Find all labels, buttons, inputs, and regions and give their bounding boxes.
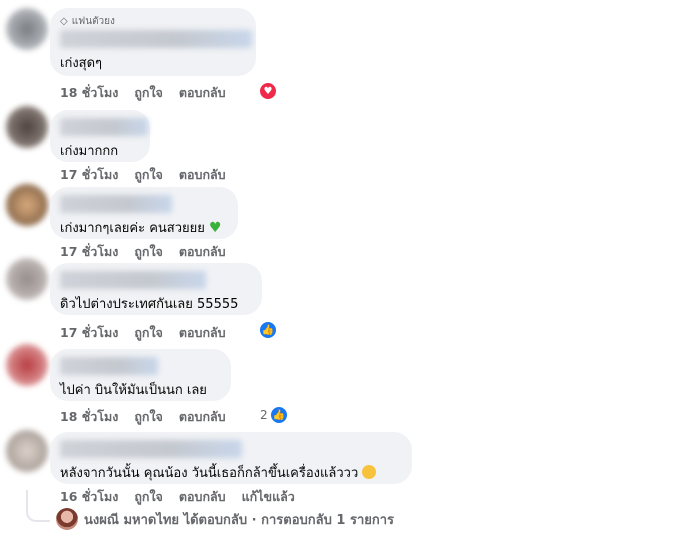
- reply-button[interactable]: ตอบกลับ: [179, 165, 226, 185]
- comment-text: หลังจากวันนั้น คุณน้อง วันนี้เธอก็กล้าขึ…: [60, 462, 400, 483]
- like-reaction-icon[interactable]: 👍: [269, 405, 289, 425]
- author-name[interactable]: [60, 30, 252, 48]
- avatar[interactable]: [6, 184, 48, 226]
- author-name[interactable]: [60, 195, 172, 213]
- comment-actions: 17 ชั่วโมง ถูกใจ ตอบกลับ: [60, 242, 242, 262]
- reply-author-avatar: [56, 508, 78, 530]
- reply-button[interactable]: ตอบกลับ: [179, 407, 226, 427]
- view-replies-link[interactable]: นงผณี มหาดไทย ได้ตอบกลับ · การตอบกลับ 1 …: [56, 508, 394, 530]
- comment-text: ไปค่า บินให้มันเป็นนก เลย: [60, 383, 207, 398]
- comment-text: เก่งสุดๆ: [60, 56, 103, 71]
- green-heart-icon: ♥: [209, 220, 222, 236]
- badge-label: แฟนตัวยง: [71, 15, 115, 27]
- top-fan-badge: ◇ แฟนตัวยง: [60, 14, 244, 28]
- comment-bubble: หลังจากวันนั้น คุณน้อง วันนี้เธอก็กล้าขึ…: [50, 432, 412, 484]
- love-reaction-icon[interactable]: ♥: [258, 81, 278, 101]
- author-name[interactable]: [60, 271, 206, 289]
- reply-button[interactable]: ตอบกลับ: [179, 323, 226, 343]
- timestamp[interactable]: 17 ชั่วโมง: [60, 165, 118, 185]
- timestamp[interactable]: 18 ชั่วโมง: [60, 407, 118, 427]
- comment-bubble: ไปค่า บินให้มันเป็นนก เลย: [50, 349, 231, 401]
- timestamp[interactable]: 18 ชั่วโมง: [60, 83, 118, 103]
- comment-text-content: หลังจากวันนั้น คุณน้อง วันนี้เธอก็กล้าขึ…: [60, 466, 359, 481]
- comment-actions: 17 ชั่วโมง ถูกใจ ตอบกลับ: [60, 323, 242, 343]
- like-button[interactable]: ถูกใจ: [134, 242, 163, 262]
- smiling-emoji-icon: [362, 465, 377, 479]
- reply-button[interactable]: ตอบกลับ: [179, 242, 226, 262]
- timestamp[interactable]: 17 ชั่วโมง: [60, 242, 118, 262]
- comment-bubble: เก่งมากๆเลยค่ะ คนสวยยย ♥: [50, 187, 238, 239]
- reply-thread-line: [26, 490, 50, 522]
- author-name[interactable]: [60, 357, 158, 375]
- comment-text: เก่งมากๆเลยค่ะ คนสวยยย ♥: [60, 217, 226, 238]
- like-button[interactable]: ถูกใจ: [134, 407, 163, 427]
- like-reaction-icon[interactable]: 👍: [258, 320, 278, 340]
- avatar[interactable]: [6, 430, 48, 472]
- comment-actions: 18 ชั่วโมง ถูกใจ ตอบกลับ: [60, 407, 242, 427]
- avatar[interactable]: [6, 106, 48, 148]
- comment-text-content: เก่งมากๆเลยค่ะ คนสวยยย: [60, 221, 205, 236]
- comment-actions: 16 ชั่วโมง ถูกใจ ตอบกลับ แก้ไขแล้ว: [60, 487, 311, 507]
- comment-bubble: เก่งมากกก: [50, 110, 150, 162]
- comment-actions: 17 ชั่วโมง ถูกใจ ตอบกลับ: [60, 165, 242, 185]
- like-button[interactable]: ถูกใจ: [134, 323, 163, 343]
- reply-button[interactable]: ตอบกลับ: [179, 487, 226, 507]
- author-name[interactable]: [60, 440, 242, 458]
- like-button[interactable]: ถูกใจ: [134, 487, 163, 507]
- like-button[interactable]: ถูกใจ: [134, 165, 163, 185]
- avatar[interactable]: [6, 344, 48, 386]
- reply-summary: นงผณี มหาดไทย ได้ตอบกลับ · การตอบกลับ 1 …: [84, 512, 395, 528]
- avatar[interactable]: [6, 8, 48, 50]
- comment-bubble: ◇ แฟนตัวยง เก่งสุดๆ: [50, 8, 256, 76]
- timestamp[interactable]: 17 ชั่วโมง: [60, 323, 118, 343]
- reaction-count[interactable]: 2: [260, 408, 268, 422]
- avatar[interactable]: [6, 258, 48, 300]
- comment-bubble: ดิวไปต่างประเทศกันเลย 55555: [50, 263, 262, 315]
- edited-label[interactable]: แก้ไขแล้ว: [242, 487, 295, 507]
- author-name[interactable]: [60, 118, 148, 136]
- comment-text: เก่งมากกก: [60, 144, 119, 159]
- timestamp[interactable]: 16 ชั่วโมง: [60, 487, 118, 507]
- comment-actions: 18 ชั่วโมง ถูกใจ ตอบกลับ: [60, 83, 242, 103]
- like-button[interactable]: ถูกใจ: [134, 83, 163, 103]
- reply-button[interactable]: ตอบกลับ: [179, 83, 226, 103]
- comment-text: ดิวไปต่างประเทศกันเลย 55555: [60, 297, 239, 312]
- diamond-icon: ◇: [60, 15, 68, 27]
